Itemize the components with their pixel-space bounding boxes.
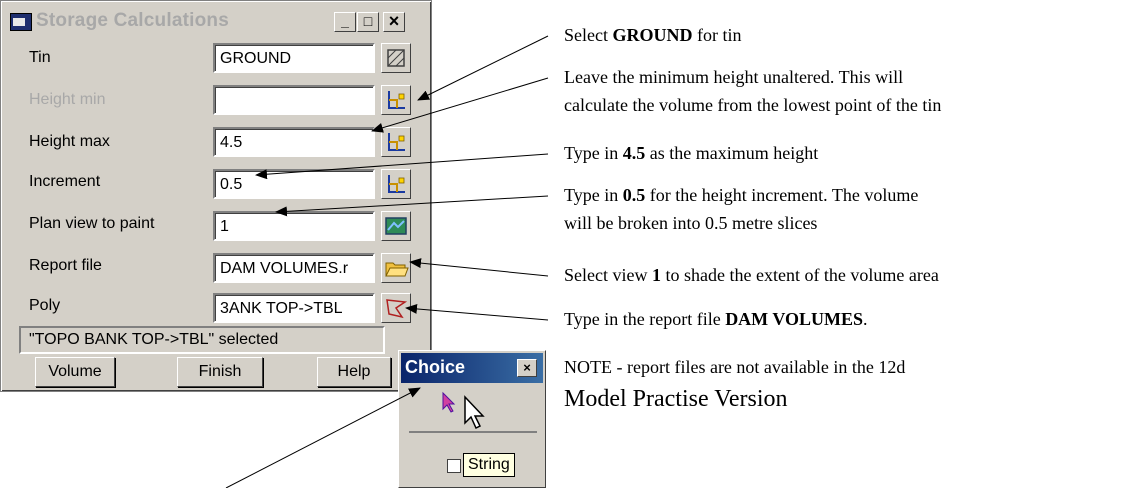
arrow-tin (417, 35, 549, 101)
callout-arrows (225, 35, 549, 488)
arrow-plan-view (409, 258, 549, 277)
arrow-increment (275, 195, 549, 217)
arrow-height-max (255, 153, 549, 180)
arrow-pick (225, 387, 421, 488)
arrow-height-min (371, 77, 549, 133)
arrow-report (405, 303, 549, 321)
